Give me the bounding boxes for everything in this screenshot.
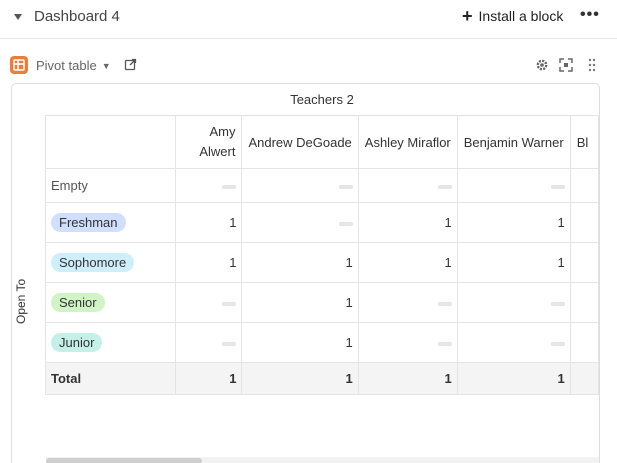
pivot-cell	[357, 168, 458, 203]
empty-value-placeholder	[437, 341, 452, 346]
pivot-cell	[456, 168, 571, 203]
column-header[interactable]: Ashley Miraflor	[357, 115, 458, 169]
pivot-row: Sophomore 1 1 1 1	[44, 242, 599, 283]
gear-icon[interactable]	[535, 58, 549, 72]
pivot-cell: 1	[175, 202, 243, 243]
total-cell: 1	[456, 362, 571, 395]
empty-value-placeholder	[550, 341, 565, 346]
pivot-app-icon	[10, 56, 28, 74]
row-label-pill: Sophomore	[51, 253, 135, 272]
pivot-cell	[456, 282, 571, 323]
total-cell: 1	[241, 362, 359, 395]
row-header-cell: Senior	[44, 282, 177, 323]
scrollbar-thumb[interactable]	[46, 458, 202, 463]
pivot-cell	[569, 242, 599, 283]
pivot-table: Amy Alwert Andrew DeGoade Ashley Miraflo…	[44, 115, 599, 395]
corner-cell	[44, 115, 177, 169]
pivot-header-row: Amy Alwert Andrew DeGoade Ashley Miraflo…	[44, 115, 599, 169]
row-header-cell: Junior	[44, 322, 177, 363]
pivot-row: Freshman 1 1 1	[44, 202, 599, 243]
pivot-cell: 1	[357, 202, 458, 243]
empty-value-placeholder	[338, 221, 353, 226]
total-cell: 1	[175, 362, 243, 395]
block-name-dropdown[interactable]: Pivot table ▼	[36, 58, 111, 73]
dashboard-header: Dashboard 4 + Install a block •••	[0, 0, 617, 39]
empty-value-placeholder	[222, 301, 237, 306]
pivot-cell: 1	[241, 242, 359, 283]
pivot-cell	[241, 202, 359, 243]
row-header-cell: Sophomore	[44, 242, 177, 283]
pivot-cell	[569, 168, 599, 203]
pivot-cell: 1	[456, 202, 571, 243]
install-block-label: Install a block	[478, 8, 564, 24]
pivot-total-row: Total 1 1 1 1	[44, 362, 599, 395]
empty-value-placeholder	[550, 301, 565, 306]
row-label-pill: Senior	[51, 293, 105, 312]
column-header[interactable]: Benjamin Warner	[456, 115, 571, 169]
more-options-icon[interactable]: •••	[580, 6, 600, 24]
open-external-icon[interactable]	[124, 58, 137, 71]
block-name-label: Pivot table	[36, 58, 97, 73]
column-header[interactable]: Bl	[569, 115, 599, 169]
column-field-label: Teachers 2	[290, 92, 354, 107]
pivot-cell: 1	[456, 242, 571, 283]
empty-value-placeholder	[222, 184, 237, 189]
horizontal-scrollbar[interactable]	[46, 457, 599, 463]
total-cell: 1	[357, 362, 458, 395]
total-cell	[569, 362, 599, 395]
row-label-pill: Junior	[51, 333, 103, 352]
row-label: Empty	[51, 178, 88, 193]
dashboard-title: Dashboard 4	[34, 8, 120, 25]
pivot-cell	[241, 168, 359, 203]
pivot-cell	[569, 282, 599, 323]
empty-value-placeholder	[550, 184, 565, 189]
pivot-cell	[175, 168, 243, 203]
pivot-row: Empty	[44, 168, 599, 203]
pivot-cell	[357, 322, 458, 363]
pivot-cell	[175, 282, 243, 323]
pivot-row: Junior 1	[44, 322, 599, 363]
pivot-cell: 1	[241, 282, 359, 323]
row-label-pill: Freshman	[51, 213, 126, 232]
drag-handle-icon[interactable]	[587, 58, 597, 72]
pivot-cell: 1	[175, 242, 243, 283]
pivot-table-card: Teachers 2 Open To Amy Alwert Andrew DeG…	[11, 83, 600, 463]
total-label: Total	[44, 362, 177, 395]
pivot-row: Senior 1	[44, 282, 599, 323]
empty-value-placeholder	[338, 184, 353, 189]
column-header[interactable]: Amy Alwert	[175, 115, 243, 169]
plus-icon: +	[462, 6, 473, 26]
pivot-cell	[456, 322, 571, 363]
pivot-cell	[357, 282, 458, 323]
install-block-button[interactable]: + Install a block	[462, 6, 564, 26]
pivot-cell	[175, 322, 243, 363]
collapse-chevron-icon[interactable]	[13, 12, 23, 22]
pivot-cell	[569, 202, 599, 243]
expand-icon[interactable]	[559, 58, 573, 72]
pivot-cell: 1	[241, 322, 359, 363]
empty-value-placeholder	[437, 184, 452, 189]
pivot-cell: 1	[357, 242, 458, 283]
column-header[interactable]: Andrew DeGoade	[241, 115, 359, 169]
empty-value-placeholder	[437, 301, 452, 306]
caret-down-icon: ▼	[101, 60, 111, 71]
row-header-cell: Empty	[44, 168, 177, 203]
row-header-cell: Freshman	[44, 202, 177, 243]
block-toolbar: Pivot table ▼	[0, 50, 617, 80]
empty-value-placeholder	[222, 341, 237, 346]
row-field-label: Open To	[14, 278, 28, 324]
pivot-cell	[569, 322, 599, 363]
